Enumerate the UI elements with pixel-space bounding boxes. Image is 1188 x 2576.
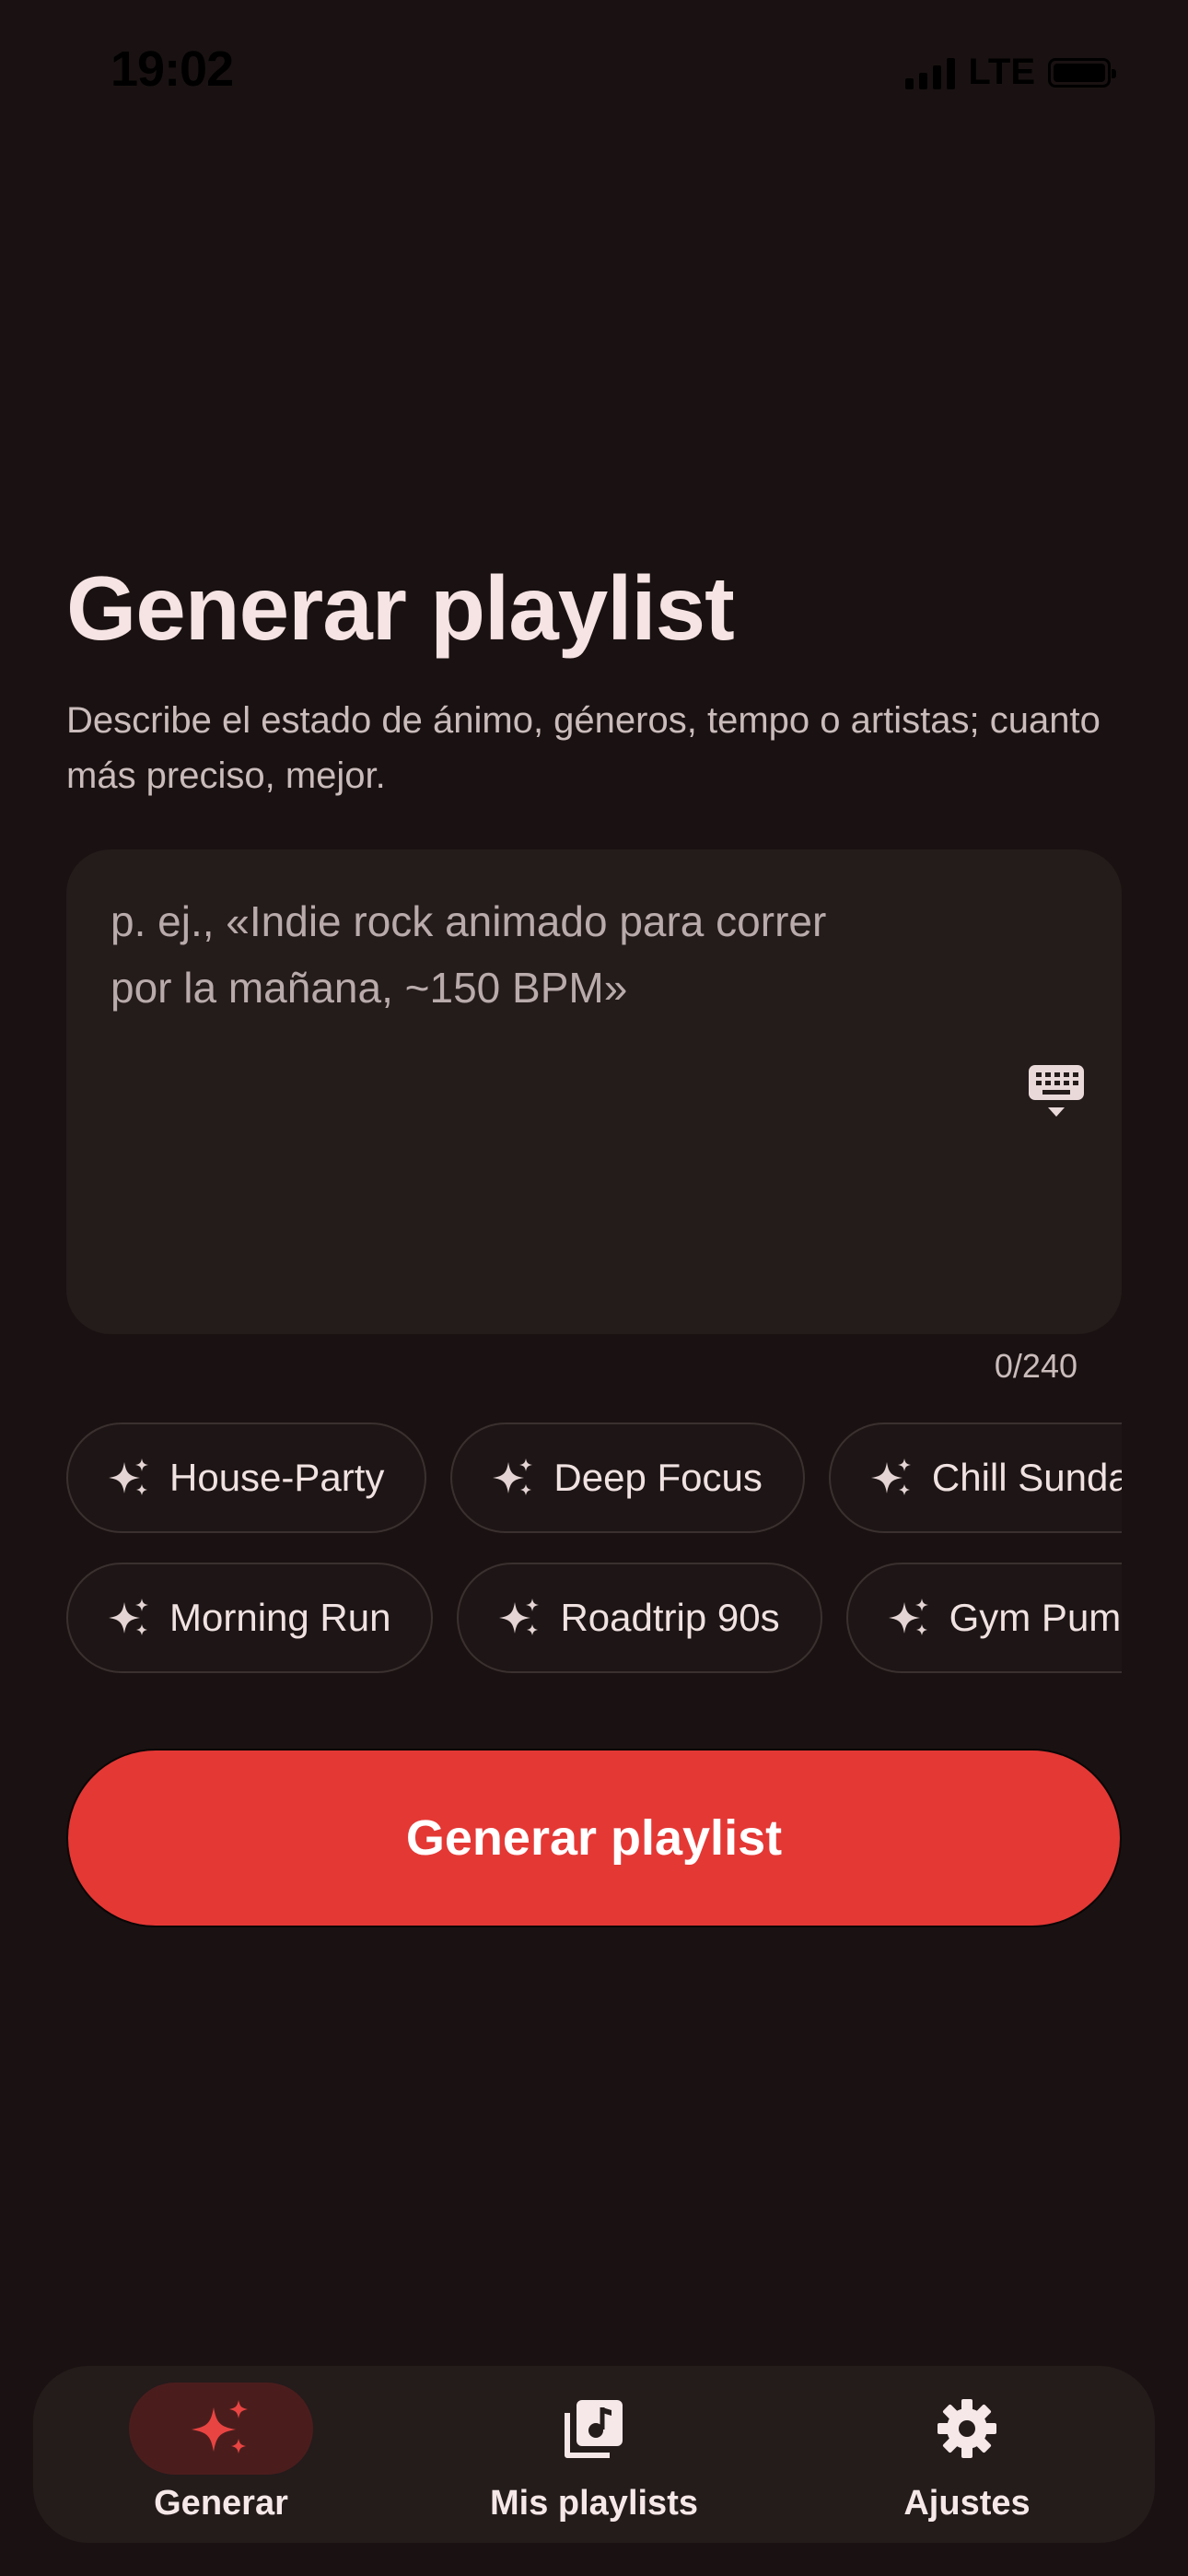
character-counter: 0/240 bbox=[994, 1347, 1077, 1385]
battery-icon bbox=[1048, 57, 1116, 88]
chip-label: Deep Focus bbox=[553, 1456, 763, 1499]
nav-label: Mis playlists bbox=[490, 2484, 698, 2523]
chip-label: Morning Run bbox=[169, 1596, 391, 1639]
gear-icon bbox=[938, 2399, 996, 2458]
suggestion-chip[interactable]: Chill Sunday bbox=[828, 1423, 1122, 1533]
chip-label: Gym Pump bbox=[949, 1596, 1122, 1639]
suggestion-chips: House-Party Deep Focus Chill Sunday Morn… bbox=[66, 1423, 1122, 1682]
network-label: LTE bbox=[968, 52, 1035, 92]
nav-item-mis-playlists[interactable]: Mis playlists bbox=[456, 2366, 732, 2543]
status-bar: 19:02 LTE bbox=[0, 0, 1188, 138]
prompt-box[interactable] bbox=[66, 849, 1122, 1334]
sparkles-icon bbox=[870, 1458, 911, 1495]
music-library-icon bbox=[565, 2400, 623, 2458]
suggestion-chip[interactable]: Morning Run bbox=[66, 1563, 434, 1673]
generate-playlist-button[interactable]: Generar playlist bbox=[66, 1749, 1122, 1927]
keyboard-hide-icon[interactable] bbox=[1026, 1061, 1087, 1122]
signal-icon bbox=[905, 56, 956, 89]
chip-label: House-Party bbox=[169, 1456, 385, 1499]
prompt-input[interactable] bbox=[111, 888, 939, 1275]
page-subtitle: Describe el estado de ánimo, géneros, te… bbox=[66, 700, 1101, 796]
suggestion-chip[interactable]: Roadtrip 90s bbox=[457, 1563, 822, 1673]
sparkles-icon bbox=[109, 1458, 148, 1495]
bottom-nav: Generar Mis playlists Ajustes bbox=[33, 2366, 1155, 2543]
chip-row: House-Party Deep Focus Chill Sunday bbox=[66, 1423, 1122, 1533]
sparkles-icon bbox=[493, 1458, 533, 1495]
sparkles-icon bbox=[499, 1598, 540, 1635]
chip-label: Roadtrip 90s bbox=[560, 1596, 780, 1639]
suggestion-chip[interactable]: House-Party bbox=[66, 1423, 427, 1533]
sparkles-icon bbox=[888, 1598, 928, 1635]
sparkles-icon bbox=[109, 1598, 148, 1635]
chip-row: Morning Run Roadtrip 90s Gym Pump bbox=[66, 1563, 1122, 1673]
chip-label: Chill Sunday bbox=[931, 1456, 1122, 1499]
status-indicators: LTE bbox=[905, 52, 1116, 93]
sparkles-icon bbox=[192, 2400, 248, 2453]
page-title: Generar playlist bbox=[66, 557, 735, 659]
nav-item-ajustes[interactable]: Ajustes bbox=[829, 2366, 1105, 2543]
nav-label: Generar bbox=[154, 2484, 288, 2523]
status-time: 19:02 bbox=[111, 41, 234, 97]
suggestion-chip[interactable]: Gym Pump bbox=[845, 1563, 1122, 1673]
nav-item-generar[interactable]: Generar bbox=[83, 2366, 359, 2543]
nav-label: Ajustes bbox=[903, 2484, 1031, 2523]
suggestion-chip[interactable]: Deep Focus bbox=[450, 1423, 805, 1533]
